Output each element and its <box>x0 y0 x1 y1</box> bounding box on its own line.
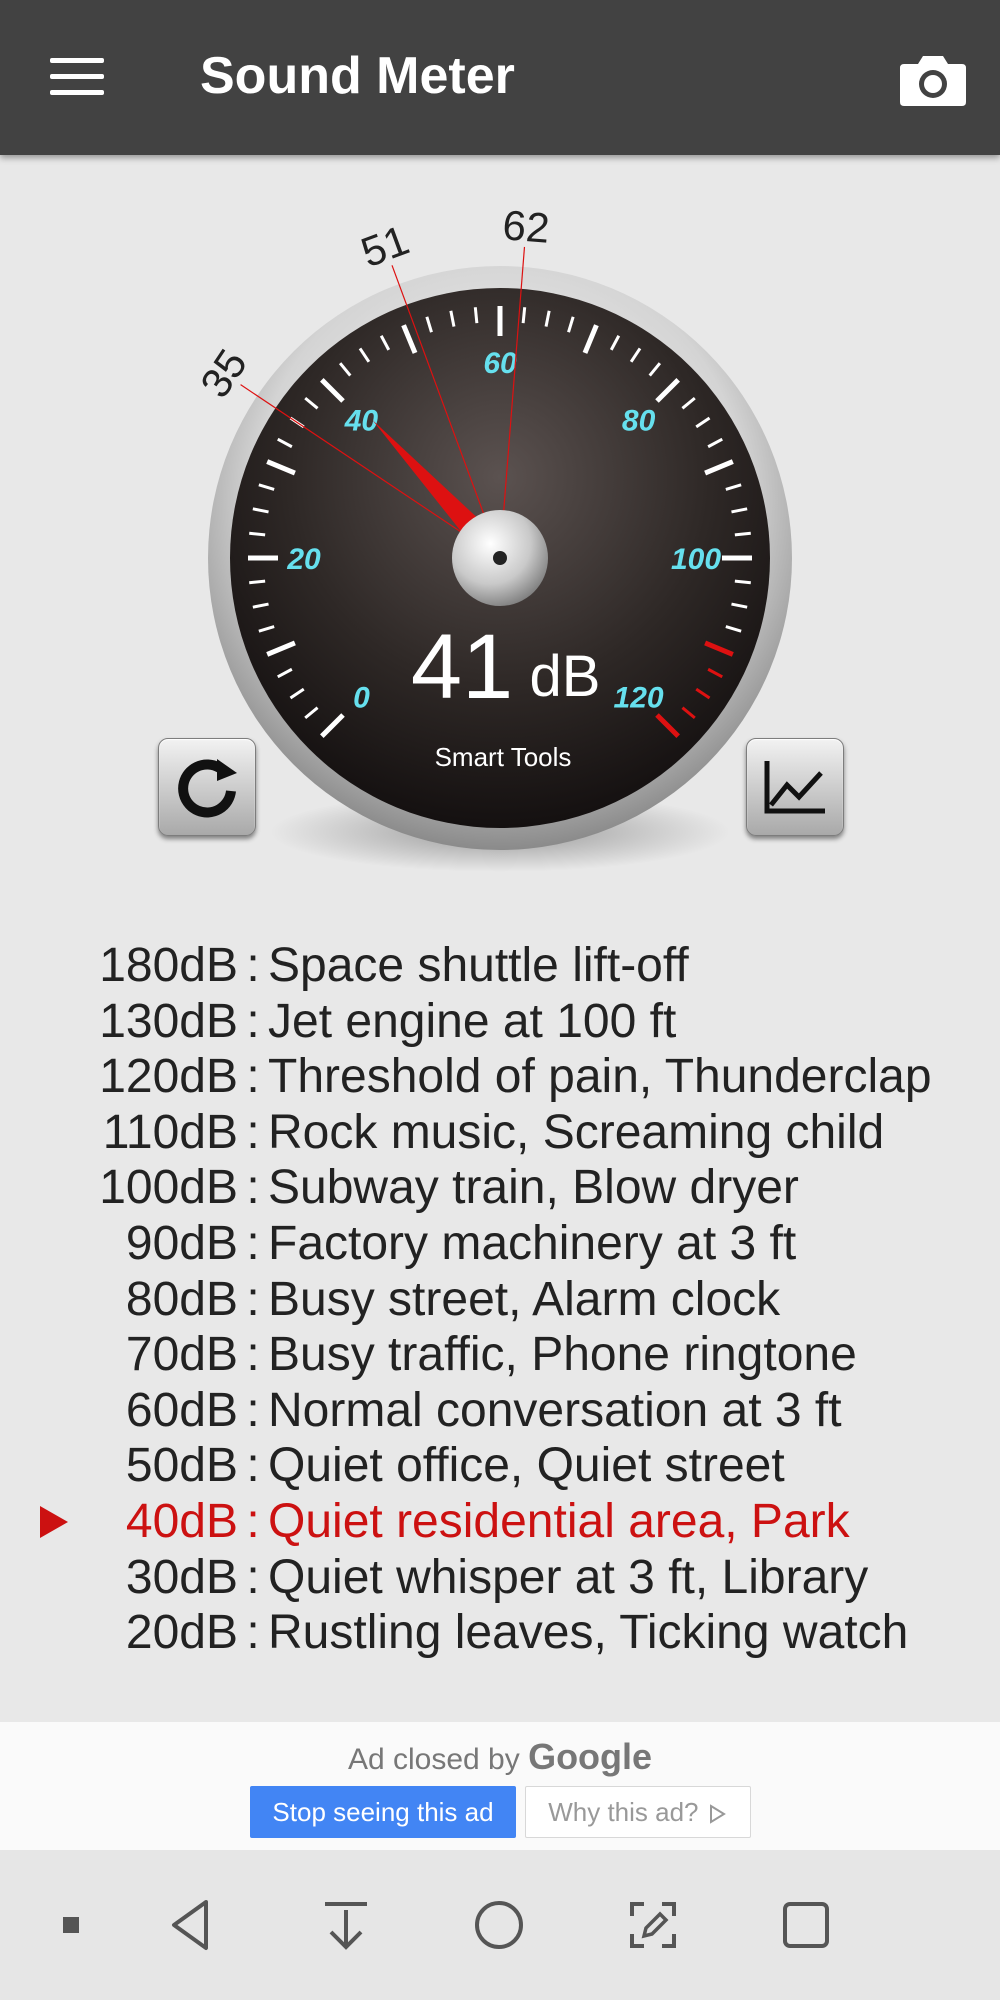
why-this-ad-label: Why this ad? <box>548 1797 699 1827</box>
ad-choices-icon <box>709 1804 726 1824</box>
app-title: Sound Meter <box>200 47 515 105</box>
ad-banner: Ad closed by Google Stop seeing this ad … <box>0 1722 1000 1850</box>
gauge-scale-label: 120 <box>614 682 664 715</box>
reset-button[interactable] <box>158 738 256 836</box>
gauge-marker-label: 51 <box>355 216 415 276</box>
db-reference-row: 130dB: Jet engine at 100 ft <box>0 994 676 1050</box>
db-reference-row: 80dB: Busy street, Alarm clock <box>0 1272 780 1328</box>
stop-seeing-ad-button[interactable]: Stop seeing this ad <box>250 1786 516 1838</box>
ad-closed-text: Ad closed by Google <box>0 1736 1000 1778</box>
db-reference-description: Factory machinery at 3 ft <box>268 1217 797 1270</box>
db-reference-description: Space shuttle lift-off <box>268 939 689 992</box>
db-reference-description: Busy street, Alarm clock <box>268 1272 781 1326</box>
db-reference-description: Quiet residential area, Park <box>268 1495 850 1548</box>
db-reference-row: 70dB: Busy traffic, Phone ringtone <box>0 1327 857 1383</box>
gauge-tick <box>473 307 479 324</box>
hamburger-menu-icon[interactable] <box>50 58 104 96</box>
recents-icon[interactable] <box>773 1892 839 1958</box>
db-reference-row: 30dB: Quiet whisper at 3 ft, Library <box>0 1550 868 1606</box>
db-reference-separator: : <box>246 1606 260 1660</box>
db-reference-row: 20dB: Rustling leaves, Ticking watch <box>0 1605 908 1661</box>
history-chart-button[interactable] <box>746 738 844 836</box>
db-reference-description: Rock music, Screaming child <box>268 1105 885 1159</box>
db-reference-separator: : <box>246 1217 260 1270</box>
db-reference-level: 40dB <box>125 1495 238 1548</box>
db-reference-level: 180dB <box>99 939 238 992</box>
db-reference-row: 110dB: Rock music, Screaming child <box>0 1105 884 1161</box>
db-reference-separator: : <box>246 1328 260 1382</box>
db-reference-separator: : <box>246 1495 260 1548</box>
app-bar: Sound Meter <box>0 0 1000 155</box>
db-reference-separator: : <box>246 1439 260 1493</box>
gauge-tick <box>249 531 266 537</box>
db-reference-separator: : <box>246 1050 260 1104</box>
gauge-scale-label: 0 <box>353 682 370 715</box>
db-reference-description: Subway train, Blow dryer <box>268 1161 799 1215</box>
gauge-scale-label: 100 <box>671 543 721 576</box>
refresh-icon <box>178 759 237 818</box>
gauge-marker-label: 62 <box>501 210 551 252</box>
gauge-brand-label: Smart Tools <box>435 742 572 772</box>
why-this-ad-button[interactable]: Why this ad? <box>525 1786 751 1838</box>
db-reference-level: 80dB <box>125 1272 238 1326</box>
db-reference-description: Busy traffic, Phone ringtone <box>268 1328 857 1382</box>
gauge-tick <box>521 307 527 324</box>
db-reference-separator: : <box>246 1383 260 1437</box>
home-icon[interactable] <box>466 1892 532 1958</box>
current-level-arrow-icon <box>40 1506 68 1538</box>
db-reference-level: 120dB <box>99 1050 238 1104</box>
db-reference-description: Quiet whisper at 3 ft, Library <box>268 1550 869 1604</box>
db-reference-separator: : <box>246 994 260 1048</box>
db-reference-level: 110dB <box>102 1105 238 1159</box>
db-reference-separator: : <box>246 1550 260 1604</box>
db-reference-row: 120dB: Threshold of pain, Thunderclap <box>0 1049 932 1105</box>
current-db-value: 41 <box>411 616 513 718</box>
gauge-marker-label: 35 <box>191 341 256 406</box>
db-reference-row: 60dB: Normal conversation at 3 ft <box>0 1383 842 1439</box>
current-db-unit: dB <box>530 644 601 709</box>
db-reference-row: 40dB: Quiet residential area, Park <box>0 1494 850 1550</box>
gauge-tick <box>249 579 266 585</box>
db-reference-description: Rustling leaves, Ticking watch <box>268 1606 909 1660</box>
ad-closed-label: Ad closed by <box>347 1743 520 1776</box>
db-reference-row: 100dB: Subway train, Blow dryer <box>0 1160 799 1216</box>
gauge-scale-label: 80 <box>622 404 656 437</box>
db-reference-row: 50dB: Quiet office, Quiet street <box>0 1438 785 1494</box>
db-reference-description: Quiet office, Quiet street <box>268 1439 785 1493</box>
db-reference-separator: : <box>246 1161 260 1215</box>
db-reference-description: Normal conversation at 3 ft <box>268 1383 842 1437</box>
gauge-scale-label: 20 <box>286 543 321 576</box>
gauge-tick <box>734 579 751 585</box>
system-nav-bar <box>0 1850 1000 2000</box>
download-icon[interactable] <box>313 1892 379 1958</box>
db-reference-level: 60dB <box>125 1383 238 1437</box>
back-icon[interactable] <box>160 1892 226 1958</box>
db-reference-level: 30dB <box>125 1550 238 1604</box>
db-reference-level: 130dB <box>99 994 238 1048</box>
db-reference-description: Jet engine at 100 ft <box>268 994 677 1048</box>
db-reference-row: 90dB: Factory machinery at 3 ft <box>0 1216 796 1272</box>
db-reference-level: 70dB <box>125 1328 238 1382</box>
gauge-scale-label: 60 <box>483 347 517 380</box>
db-reference-row: 180dB: Space shuttle lift-off <box>0 938 689 994</box>
db-reference-separator: : <box>246 1105 260 1159</box>
db-reference-description: Threshold of pain, Thunderclap <box>268 1050 932 1104</box>
db-reference-separator: : <box>246 939 260 992</box>
db-reference-level: 90dB <box>125 1217 238 1270</box>
db-reference-level: 20dB <box>125 1606 238 1660</box>
line-chart-icon <box>764 761 825 814</box>
camera-icon[interactable] <box>898 52 968 108</box>
google-logo: Google <box>528 1736 653 1777</box>
db-reference-separator: : <box>246 1272 260 1326</box>
db-reference-level: 50dB <box>125 1439 238 1493</box>
db-reference-level: 100dB <box>99 1161 238 1215</box>
screenshot-edit-icon[interactable] <box>620 1892 686 1958</box>
gauge-tick <box>734 531 751 537</box>
stop-square-icon[interactable] <box>38 1892 104 1958</box>
